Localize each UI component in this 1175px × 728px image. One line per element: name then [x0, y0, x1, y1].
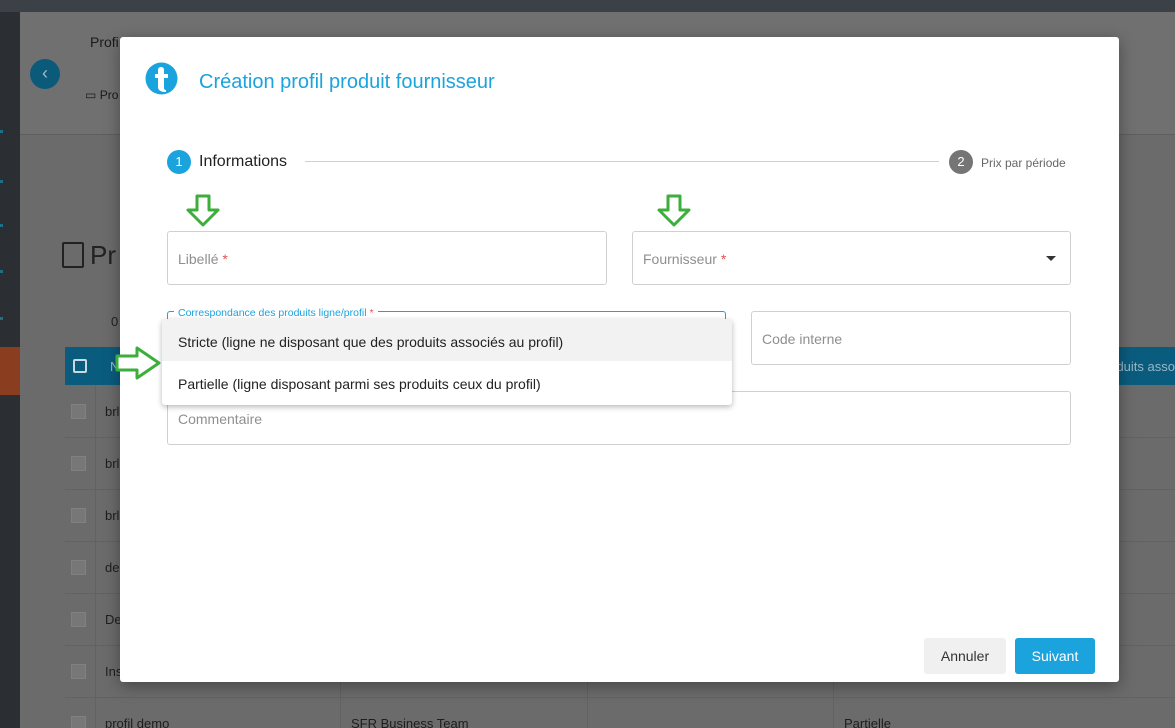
row-checkbox[interactable]	[71, 456, 86, 471]
page-title-text: Pr	[90, 240, 116, 270]
result-count: 0	[111, 314, 119, 329]
fournisseur-select[interactable]: Fournisseur *	[632, 231, 1071, 285]
commentaire-placeholder: Commentaire	[178, 411, 263, 427]
nav-item-active[interactable]	[0, 347, 20, 395]
stepper-connector	[305, 161, 939, 162]
row-checkbox[interactable]	[71, 560, 86, 575]
dropdown-option-partielle[interactable]: Partielle (ligne disposant parmi ses pro…	[162, 361, 732, 403]
row-name: de	[105, 560, 120, 575]
breadcrumb: Profi	[90, 34, 119, 50]
step-1-indicator[interactable]: 1	[167, 150, 191, 174]
table-row[interactable]: profil demo SFR Business Team Partielle	[65, 698, 1175, 728]
nav-indicator	[0, 317, 3, 320]
fournisseur-placeholder: Fournisseur *	[643, 251, 726, 267]
correspondance-dropdown: Stricte (ligne ne disposant que des prod…	[162, 319, 732, 405]
arrow-right-icon	[115, 346, 161, 380]
libelle-placeholder-text: Libellé	[178, 251, 219, 267]
back-button[interactable]: ‹	[30, 59, 60, 89]
row-correspondence: Partielle	[844, 716, 891, 728]
stepper: 1 Informations 2 Prix par période	[167, 150, 1072, 176]
nav-indicator	[0, 270, 3, 273]
row-checkbox[interactable]	[71, 404, 86, 419]
row-name: profil demo	[105, 716, 170, 728]
nav-indicator	[0, 130, 3, 133]
sub-breadcrumb: ▭ Pro	[85, 88, 118, 102]
nav-indicator	[0, 180, 3, 183]
required-mark: *	[369, 307, 374, 319]
row-checkbox[interactable]	[71, 664, 86, 679]
step-2-label[interactable]: Prix par période	[981, 156, 1066, 170]
copy-icon	[62, 242, 84, 268]
row-checkbox[interactable]	[71, 716, 86, 728]
code-interne-input[interactable]: Code interne	[751, 311, 1071, 365]
column-divider	[95, 385, 96, 728]
top-bar	[0, 0, 1175, 12]
step-1-label[interactable]: Informations	[199, 153, 287, 171]
caret-down-icon[interactable]	[1046, 256, 1056, 261]
row-checkbox[interactable]	[71, 508, 86, 523]
correspondance-label: Correspondance des produits ligne/profil…	[174, 307, 378, 319]
row-name: brl	[105, 404, 120, 419]
row-name: brl	[105, 508, 120, 523]
left-navigation	[0, 12, 20, 728]
page-title: Pr	[62, 240, 116, 271]
cancel-button[interactable]: Annuler	[924, 638, 1006, 674]
row-checkbox[interactable]	[71, 612, 86, 627]
inbox-icon: ▭	[85, 88, 97, 102]
code-interne-placeholder: Code interne	[762, 331, 843, 347]
fournisseur-placeholder-text: Fournisseur	[643, 251, 717, 267]
dialog-title: Création profil produit fournisseur	[199, 71, 495, 93]
libelle-input[interactable]: Libellé *	[167, 231, 607, 285]
select-all-checkbox[interactable]	[73, 359, 87, 373]
row-name: brl	[105, 456, 120, 471]
arrow-down-icon	[657, 194, 691, 227]
step-2-indicator[interactable]: 2	[949, 150, 973, 174]
required-mark: *	[222, 251, 228, 267]
correspondance-label-text: Correspondance des produits ligne/profil	[178, 307, 367, 319]
next-button[interactable]: Suivant	[1015, 638, 1095, 674]
dropdown-option-stricte[interactable]: Stricte (ligne ne disposant que des prod…	[162, 319, 732, 361]
chevron-left-icon: ‹	[42, 63, 48, 83]
libelle-placeholder: Libellé *	[178, 251, 228, 267]
required-mark: *	[720, 251, 727, 267]
column-header-products[interactable]: duits asso	[1116, 359, 1175, 374]
arrow-down-icon	[186, 194, 220, 227]
row-supplier: SFR Business Team	[351, 716, 469, 728]
sub-breadcrumb-label: Pro	[99, 88, 119, 102]
nav-indicator	[0, 224, 3, 227]
app-logo-icon	[145, 62, 178, 95]
create-supplier-profile-dialog: Création profil produit fournisseur 1 In…	[115, 37, 1119, 682]
